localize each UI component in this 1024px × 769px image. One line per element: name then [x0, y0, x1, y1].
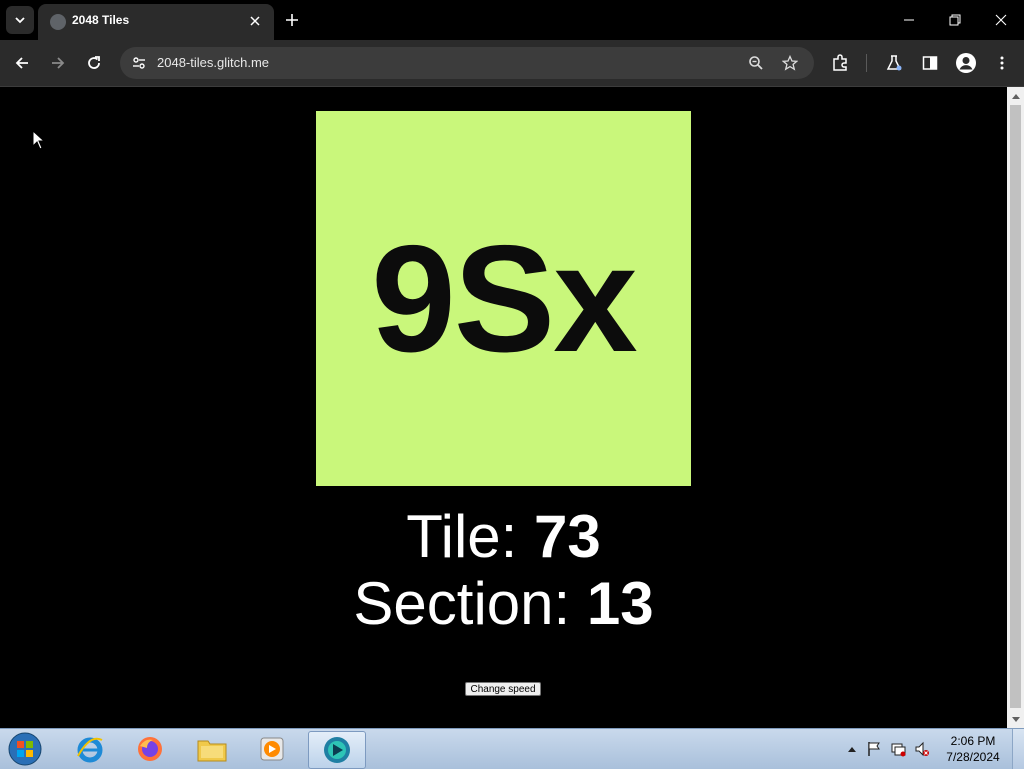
section-info: Section: 13	[0, 574, 1007, 634]
puzzle-icon	[833, 54, 847, 71]
close-icon	[995, 14, 1007, 26]
tab-title: 2048 Tiles	[72, 13, 130, 27]
tile-text: 9Sx	[371, 213, 637, 384]
section-label: Section:	[353, 570, 587, 637]
firefox-icon	[138, 737, 162, 761]
file-explorer-taskbar-button[interactable]	[184, 731, 240, 767]
zoom-button[interactable]	[742, 49, 770, 77]
zoom-out-icon	[749, 56, 763, 70]
restore-icon	[949, 14, 961, 26]
reload-icon	[88, 56, 100, 69]
chevron-down-icon	[15, 17, 25, 24]
tile-info: Tile: 73	[0, 507, 1007, 567]
forward-button[interactable]	[44, 49, 72, 77]
toolbar-divider	[866, 54, 867, 72]
folder-icon	[197, 740, 227, 762]
avatar-icon	[956, 53, 976, 73]
minimize-icon	[904, 19, 914, 21]
windows-logo-icon	[8, 732, 42, 766]
minimize-button[interactable]	[886, 0, 932, 40]
clock-time: 2:06 PM	[950, 734, 996, 748]
profile-button[interactable]	[952, 49, 980, 77]
tune-icon	[133, 57, 145, 69]
change-speed-button[interactable]: Change speed	[465, 682, 541, 696]
section-number: 13	[586, 570, 654, 637]
url-text: 2048-tiles.glitch.me	[157, 55, 269, 70]
site-info-button[interactable]	[128, 52, 150, 74]
show-hidden-icons-button[interactable]	[844, 741, 860, 757]
back-button[interactable]	[8, 49, 36, 77]
more-vertical-icon	[1000, 56, 1004, 70]
chevron-up-icon	[848, 747, 856, 752]
tab-search-button[interactable]	[6, 6, 34, 34]
close-icon	[250, 16, 260, 26]
action-center-tray-icon[interactable]	[866, 741, 882, 757]
clock-date: 7/28/2024	[946, 750, 1000, 764]
bookmark-button[interactable]	[776, 49, 804, 77]
menu-button[interactable]	[988, 49, 1016, 77]
globe-icon	[50, 14, 66, 30]
network-icon	[891, 743, 906, 757]
browser-tab[interactable]: 2048 Tiles	[38, 4, 274, 40]
tile: 9Sx	[316, 111, 691, 486]
show-desktop-button[interactable]	[1012, 729, 1024, 769]
address-bar[interactable]: 2048-tiles.glitch.me	[120, 47, 814, 79]
restore-button[interactable]	[932, 0, 978, 40]
vertical-scrollbar[interactable]	[1007, 87, 1024, 728]
browser-toolbar: 2048-tiles.glitch.me	[0, 40, 1024, 87]
flag-icon	[868, 742, 880, 756]
internet-explorer-icon	[77, 737, 103, 763]
triangle-up-icon	[1011, 93, 1020, 99]
tile-number: 73	[534, 503, 601, 570]
scroll-thumb[interactable]	[1010, 105, 1021, 708]
tile-label: Tile:	[406, 503, 535, 570]
tab-close-button[interactable]	[246, 12, 264, 30]
arrow-left-icon	[15, 57, 28, 69]
extensions-button[interactable]	[826, 49, 854, 77]
arrow-right-icon	[52, 57, 65, 69]
page-content: 9Sx Tile: 73 Section: 13 Change speed	[0, 87, 1007, 728]
start-button[interactable]	[6, 731, 44, 767]
media-player-icon	[260, 737, 284, 761]
reload-button[interactable]	[80, 49, 108, 77]
firefox-taskbar-button[interactable]	[122, 731, 178, 767]
browser-taskbar-button[interactable]	[308, 731, 366, 769]
system-clock[interactable]: 2:06 PM 7/28/2024	[938, 733, 1008, 765]
network-tray-icon[interactable]	[890, 741, 906, 757]
volume-tray-icon[interactable]	[914, 741, 930, 757]
flask-icon	[886, 55, 902, 71]
triangle-down-icon	[1011, 716, 1020, 722]
plus-icon	[286, 14, 298, 26]
star-icon	[782, 55, 798, 71]
side-panel-icon	[922, 56, 938, 70]
media-player-taskbar-button[interactable]	[244, 731, 300, 767]
mouse-cursor-icon	[32, 130, 46, 150]
new-tab-button[interactable]	[282, 10, 302, 30]
side-panel-button[interactable]	[916, 49, 944, 77]
taskbar: 2:06 PM 7/28/2024	[0, 728, 1024, 769]
internet-explorer-taskbar-button[interactable]	[62, 731, 118, 767]
volume-muted-icon	[915, 741, 929, 757]
labs-button[interactable]	[880, 49, 908, 77]
close-window-button[interactable]	[978, 0, 1024, 40]
scroll-down-button[interactable]	[1007, 711, 1024, 728]
scroll-up-button[interactable]	[1007, 87, 1024, 104]
browser-app-icon	[324, 737, 350, 763]
browser-titlebar: 2048 Tiles	[0, 0, 1024, 40]
